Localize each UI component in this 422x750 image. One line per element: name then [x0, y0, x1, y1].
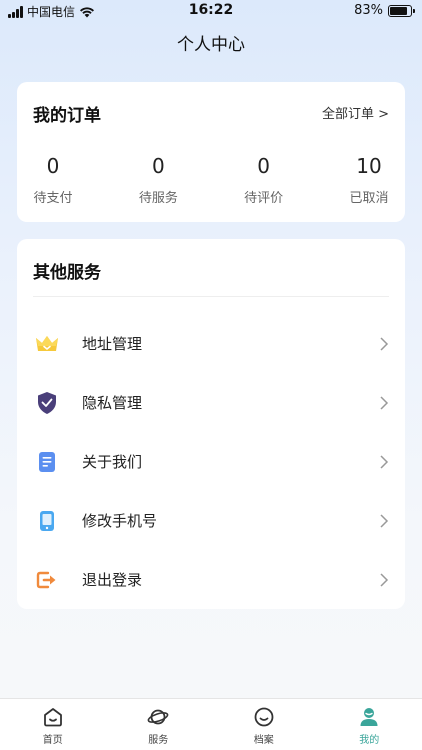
tab-label: 服务	[148, 735, 169, 746]
home-icon	[43, 708, 62, 727]
stat-value: 0	[257, 154, 271, 178]
tab-home[interactable]: 首页	[0, 699, 106, 750]
tab-services[interactable]: 服务	[106, 699, 212, 750]
services-title: 其他服务	[33, 263, 101, 283]
tab-records[interactable]: 档案	[211, 699, 317, 750]
divider	[33, 296, 389, 297]
orders-title: 我的订单	[33, 106, 101, 126]
tab-bar: 首页 服务 档案 我的	[0, 698, 422, 750]
service-item-privacy[interactable]: 隐私管理	[17, 373, 405, 432]
order-stat-pending-review[interactable]: 0 待评价	[244, 152, 284, 206]
chevron-right-icon	[380, 395, 389, 410]
all-orders-link[interactable]: 全部订单 >	[322, 103, 389, 122]
service-label: 退出登录	[82, 571, 143, 589]
page-title: 个人中心	[177, 35, 245, 55]
tab-label: 我的	[359, 735, 380, 746]
tab-mine[interactable]: 我的	[317, 699, 422, 750]
services-card: 其他服务 地址管理 隐私管理 关于我们 修改手机号 退出登录	[17, 239, 405, 609]
crown-icon	[35, 332, 59, 356]
chevron-right-icon	[380, 572, 389, 587]
stat-label: 待服务	[138, 191, 178, 206]
shield-icon	[35, 391, 59, 415]
status-bar: 中国电信 16:22 83%	[0, 0, 422, 22]
chevron-right-icon	[380, 336, 389, 351]
tab-label: 首页	[42, 735, 63, 746]
order-stat-cancelled[interactable]: 10 已取消	[349, 152, 389, 206]
planet-icon	[147, 709, 169, 725]
service-item-change-phone[interactable]: 修改手机号	[17, 491, 405, 550]
phone-icon	[35, 509, 59, 533]
battery-percent: 83%	[354, 3, 383, 18]
smile-icon	[254, 707, 274, 727]
stat-label: 待支付	[33, 191, 73, 206]
service-item-address[interactable]: 地址管理	[17, 314, 405, 373]
document-icon	[35, 450, 59, 474]
order-stats: 0 待支付 0 待服务 0 待评价 10 已取消	[17, 152, 405, 206]
chevron-right-icon	[380, 454, 389, 469]
stat-value: 0	[151, 154, 165, 178]
service-label: 地址管理	[82, 335, 143, 353]
logout-icon	[35, 568, 59, 592]
battery-icon	[388, 4, 415, 17]
service-label: 隐私管理	[82, 394, 143, 412]
service-item-about[interactable]: 关于我们	[17, 432, 405, 491]
service-label: 修改手机号	[82, 512, 158, 530]
chevron-right-icon	[380, 513, 389, 528]
user-icon	[360, 708, 378, 726]
orders-card: 我的订单 全部订单 > 0 待支付 0 待服务 0 待评价 10 已取消	[17, 82, 405, 222]
order-stat-pending-payment[interactable]: 0 待支付	[33, 152, 73, 206]
stat-value: 10	[356, 154, 382, 178]
status-right: 83%	[354, 3, 415, 18]
service-item-logout[interactable]: 退出登录	[17, 550, 405, 609]
stat-label: 已取消	[349, 191, 389, 206]
order-stat-pending-service[interactable]: 0 待服务	[138, 152, 178, 206]
service-label: 关于我们	[82, 453, 143, 471]
tab-label: 档案	[253, 735, 274, 746]
stat-label: 待评价	[244, 191, 284, 206]
stat-value: 0	[46, 154, 60, 178]
